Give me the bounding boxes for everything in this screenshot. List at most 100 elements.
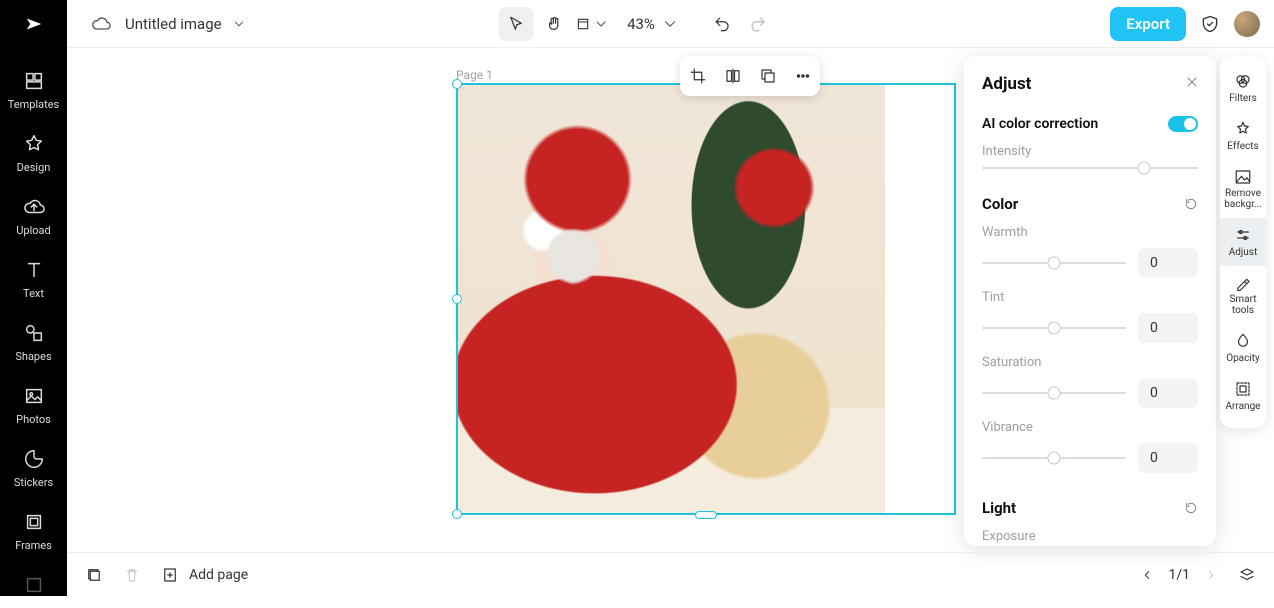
resize-handle-bl[interactable] — [452, 509, 462, 519]
saturation-slider[interactable] — [982, 392, 1126, 394]
rail-upload[interactable]: Upload — [0, 186, 67, 249]
rail-templates[interactable]: Templates — [0, 60, 67, 123]
rail-label: Text — [23, 287, 44, 300]
rail-label: Design — [17, 161, 51, 174]
rr-arrange[interactable]: Arrange — [1220, 372, 1266, 420]
slider-handle[interactable] — [1048, 257, 1061, 270]
panel-title: Adjust — [982, 74, 1198, 94]
saturation-label: Saturation — [982, 355, 1198, 370]
crop-ratio-dropdown[interactable] — [575, 7, 609, 41]
adjust-icon — [1234, 226, 1252, 244]
arrange-icon — [1234, 380, 1252, 398]
redo-button[interactable] — [741, 7, 775, 41]
rr-effects[interactable]: Effects — [1220, 112, 1266, 160]
page-indicator: 1/1 — [1168, 567, 1190, 583]
cursor-tool[interactable] — [499, 7, 533, 41]
exposure-label: Exposure — [982, 529, 1198, 544]
rr-label: Effects — [1227, 141, 1258, 152]
rail-more[interactable] — [0, 564, 67, 608]
copy-icon — [759, 67, 777, 85]
chevron-down-icon — [593, 15, 609, 33]
ctx-copy-button[interactable] — [753, 61, 783, 91]
context-toolbar — [680, 56, 820, 96]
photos-icon — [23, 385, 45, 407]
hand-tool[interactable] — [537, 7, 571, 41]
user-avatar[interactable] — [1234, 11, 1260, 37]
document-title-dropdown[interactable]: Untitled image — [125, 15, 246, 33]
next-page-icon[interactable] — [1204, 568, 1218, 582]
slider-handle[interactable] — [1048, 452, 1061, 465]
reset-icon[interactable] — [1184, 197, 1198, 211]
rr-adjust[interactable]: Adjust — [1220, 218, 1266, 266]
text-icon — [23, 259, 45, 281]
resize-handle-tl[interactable] — [452, 79, 462, 89]
stickers-icon — [23, 448, 45, 470]
layers-panel-icon[interactable] — [1238, 566, 1256, 584]
intensity-slider[interactable] — [982, 167, 1198, 169]
undo-button[interactable] — [705, 7, 739, 41]
smart-tools-icon — [1234, 274, 1252, 292]
app-logo[interactable] — [0, 0, 67, 48]
rr-opacity[interactable]: Opacity — [1220, 324, 1266, 372]
add-page-label: Add page — [189, 567, 248, 583]
slider-handle[interactable] — [1048, 322, 1061, 335]
ctx-more-button[interactable] — [788, 61, 818, 91]
resize-handle-bc[interactable] — [695, 511, 717, 519]
vibrance-slider[interactable] — [982, 457, 1126, 459]
left-tool-rail: Templates Design Upload Text Shapes Phot… — [0, 48, 67, 596]
rail-design[interactable]: Design — [0, 123, 67, 186]
close-icon[interactable] — [1184, 74, 1200, 90]
cloud-icon[interactable] — [91, 14, 111, 34]
rr-remove-bg[interactable]: Removebackgr... — [1220, 160, 1266, 218]
prev-page-icon[interactable] — [1140, 568, 1154, 582]
tint-label: Tint — [982, 290, 1198, 305]
rr-smart-tools[interactable]: Smarttools — [1220, 266, 1266, 324]
tint-slider[interactable] — [982, 327, 1126, 329]
redo-icon — [749, 15, 767, 33]
tint-value[interactable]: 0 — [1138, 313, 1198, 343]
rail-text[interactable]: Text — [0, 249, 67, 312]
rail-stickers[interactable]: Stickers — [0, 438, 67, 501]
warmth-label: Warmth — [982, 225, 1198, 240]
rail-label: Upload — [16, 224, 50, 237]
ctx-flip-button[interactable] — [718, 61, 748, 91]
add-page-button[interactable]: Add page — [161, 566, 248, 584]
resize-handle-ml[interactable] — [452, 294, 462, 304]
remove-bg-icon — [1234, 168, 1252, 186]
document-title: Untitled image — [125, 15, 222, 33]
warmth-slider[interactable] — [982, 262, 1126, 264]
slider-handle[interactable] — [1048, 387, 1061, 400]
duplicate-page-icon[interactable] — [85, 566, 103, 584]
rr-filters[interactable]: Filters — [1220, 64, 1266, 112]
frames-icon — [23, 511, 45, 533]
warmth-value[interactable]: 0 — [1138, 248, 1198, 278]
ai-correction-toggle[interactable] — [1168, 116, 1198, 132]
rr-label: Filters — [1229, 93, 1257, 104]
add-page-icon — [161, 566, 179, 584]
rail-photos[interactable]: Photos — [0, 375, 67, 438]
page-navigator: 1/1 — [1140, 567, 1218, 583]
effects-icon — [1234, 120, 1252, 138]
ctx-crop-button[interactable] — [683, 61, 713, 91]
saturation-value[interactable]: 0 — [1138, 378, 1198, 408]
export-button[interactable]: Export — [1110, 7, 1186, 41]
canvas-tool-group: 43% — [499, 7, 775, 41]
delete-page-icon[interactable] — [123, 566, 141, 584]
design-icon — [23, 133, 45, 155]
vibrance-value[interactable]: 0 — [1138, 443, 1198, 473]
rr-label: Opacity — [1226, 353, 1260, 364]
reset-icon[interactable] — [1184, 501, 1198, 515]
rail-shapes[interactable]: Shapes — [0, 312, 67, 375]
upload-icon — [23, 196, 45, 218]
selection-outline[interactable] — [456, 83, 956, 515]
rail-frames[interactable]: Frames — [0, 501, 67, 564]
slider-handle[interactable] — [1138, 162, 1151, 175]
top-bar: Untitled image 43% Export — [0, 0, 1274, 48]
canvas-area[interactable]: Page 1 — [67, 48, 960, 552]
rr-label: Removebackgr... — [1224, 189, 1262, 210]
page-label: Page 1 — [456, 68, 493, 82]
zoom-level: 43% — [627, 15, 655, 33]
shield-icon[interactable] — [1200, 14, 1220, 34]
zoom-dropdown[interactable]: 43% — [613, 7, 683, 41]
color-section-label: Color — [982, 195, 1018, 213]
